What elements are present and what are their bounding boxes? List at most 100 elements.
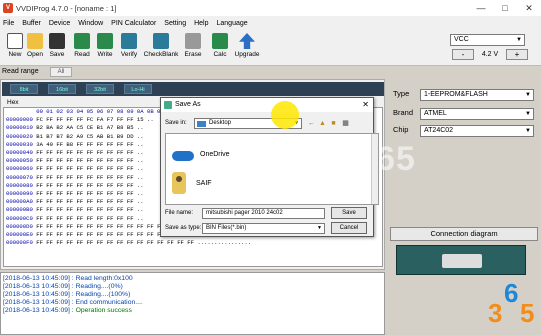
bit-32-button[interactable]: 32bit [86, 84, 114, 94]
checkblank-button[interactable]: CheckBlank [143, 33, 179, 58]
chip-select[interactable]: AT24C02 ▼ [420, 125, 534, 137]
hex-bytes[interactable]: FF FF FF FF FF FF FF FF FF FF .. [36, 215, 143, 222]
vcc-value: VCC [454, 36, 469, 43]
chevron-down-icon: ▼ [317, 225, 322, 231]
voltage-plus-button[interactable]: + [506, 49, 528, 60]
type-value: 1-EEPROM&FLASH [424, 91, 488, 98]
hex-bytes[interactable]: B2 BA B2 AA C5 CE B1 A7 B8 B5 .. [36, 124, 143, 131]
calc-button[interactable]: Calc [210, 33, 230, 58]
window-controls: — □ ✕ [469, 0, 541, 16]
hex-bytes[interactable]: FF FF FF FF FF FF FF FF FF FF .. [36, 157, 143, 164]
open-button[interactable]: Open [26, 33, 44, 58]
bit-16-button[interactable]: 16bit [48, 84, 76, 94]
type-label: Type [393, 89, 410, 98]
hex-bytes[interactable]: FF FF FF FF FF FF FF FF FF FF .. [36, 174, 143, 181]
menu-window[interactable]: Window [78, 20, 103, 27]
write-label: Write [97, 51, 113, 58]
save-in-value: Desktop [209, 120, 232, 126]
verify-icon [121, 33, 137, 49]
back-arrow-icon[interactable]: ← [307, 119, 316, 128]
chip-value: AT24C02 [424, 127, 454, 134]
vvdi-app-icon: V [3, 3, 13, 13]
calc-label: Calc [213, 51, 227, 58]
upgrade-arrow-icon [239, 33, 255, 49]
hex-address: 00000010 [6, 124, 33, 132]
hex-bytes[interactable]: FC FF FF FF FF FC FA F7 FF FF 15 .. [36, 116, 154, 123]
read-label: Read [74, 51, 90, 58]
brand-row: Brand ATMEL ▼ [390, 108, 541, 120]
file-list[interactable]: OneDrive SAIF [165, 133, 379, 205]
voltage-minus-button[interactable]: - [452, 49, 474, 60]
hex-bytes[interactable]: FF FF FF FF FF FF FF FF FF FF FF FF FF F… [36, 239, 194, 246]
hex-address: 00000090 [6, 190, 33, 198]
hex-address: 00000000 [6, 116, 33, 124]
close-icon[interactable]: ✕ [517, 0, 541, 16]
file-list-scrollbar[interactable] [371, 134, 378, 204]
connection-diagram-button[interactable]: Connection diagram [390, 227, 538, 241]
lo-hi-button[interactable]: Lo-Hi [124, 84, 152, 94]
vcc-select[interactable]: VCC ▼ [450, 34, 525, 46]
file-name-input[interactable]: mitsubishi pager 2010 24c02 [202, 208, 325, 219]
save-disk-icon [49, 33, 65, 49]
hex-bytes[interactable]: FF FF FF FF FF FF FF FF FF FF .. [36, 198, 143, 205]
hex-bytes[interactable]: FF FF FF FF FF FF FF FF FF FF .. [36, 165, 143, 172]
dialog-save-button[interactable]: Save [331, 207, 367, 219]
list-item-onedrive[interactable]: OneDrive [172, 148, 230, 161]
brand-select[interactable]: ATMEL ▼ [420, 108, 534, 120]
menu-language[interactable]: Language [217, 20, 248, 27]
write-button[interactable]: Write [95, 33, 115, 58]
read-button[interactable]: Read [72, 33, 92, 58]
menu-device[interactable]: Device [49, 20, 70, 27]
menu-buffer[interactable]: Buffer [22, 20, 41, 27]
window-title: VVDIProg 4.7.0 - [noname : 1] [16, 3, 117, 13]
dialog-close-icon[interactable]: ✕ [362, 98, 369, 112]
erase-button[interactable]: Erase [182, 33, 204, 58]
hex-address: 00000070 [6, 173, 33, 181]
hex-bytes[interactable]: FF FF FF FF FF FF FF FF FF FF .. [36, 206, 143, 213]
title-bar: V VVDIProg 4.7.0 - [noname : 1] — □ ✕ [0, 0, 541, 16]
up-folder-icon[interactable]: ▲ [318, 119, 327, 128]
dialog-title: Save As [175, 101, 201, 108]
menu-help[interactable]: Help [194, 20, 208, 27]
log-line: [2018-06-13 10:45:09] : End communicatio… [3, 299, 382, 307]
save-button[interactable]: Save [48, 33, 66, 58]
bit-8-button[interactable]: 8bit [10, 84, 38, 94]
saif-label: SAIF [196, 179, 212, 187]
hex-label: Hex [7, 99, 19, 106]
hex-address: 00000020 [6, 132, 33, 140]
log-message: Read length:0x100 [75, 275, 133, 282]
log-timestamp: [2018-06-13 10:45:09] : [3, 291, 74, 298]
new-button[interactable]: New [6, 33, 24, 58]
chip-label: Chip [393, 125, 409, 134]
hex-address: 000000B0 [6, 206, 33, 214]
hex-bytes[interactable]: FF FF FF FF FF FF FF FF FF FF .. [36, 149, 143, 156]
menu-setting[interactable]: Setting [164, 20, 186, 27]
menu-pin-calculator[interactable]: PIN Calculator [111, 20, 156, 27]
log-timestamp: [2018-06-13 10:45:09] : [3, 307, 74, 314]
minimize-icon[interactable]: — [469, 0, 493, 16]
view-menu-icon[interactable]: ▦ [341, 119, 350, 128]
new-folder-icon[interactable]: ■ [329, 119, 338, 128]
open-label: Open [27, 51, 43, 58]
cursor-highlight [271, 101, 299, 129]
save-type-select[interactable]: BIN Files(*.bin) ▼ [202, 223, 325, 234]
bit-mode-bar: 8bit 16bit 32bit Lo-Hi [2, 82, 384, 96]
calculator-icon [212, 33, 228, 49]
hex-bytes[interactable]: FF FF FF FF FF FF FF FF FF FF .. [36, 190, 143, 197]
list-item-saif[interactable]: SAIF [172, 172, 212, 194]
maximize-icon[interactable]: □ [493, 0, 517, 16]
menu-file[interactable]: File [3, 20, 14, 27]
hex-bytes[interactable]: B1 B7 B7 B2 A9 C5 AB B1 B9 DD .. [36, 133, 143, 140]
read-range-all-button[interactable]: All [50, 67, 72, 77]
erase-label: Erase [184, 51, 202, 58]
upgrade-button[interactable]: Upgrade [232, 33, 262, 58]
log-line: [2018-06-13 10:45:09] : Reading....(100%… [3, 291, 382, 299]
verify-button[interactable]: Verify [118, 33, 140, 58]
type-select[interactable]: 1-EEPROM&FLASH ▼ [420, 89, 534, 101]
log-message: Reading....(100%) [75, 291, 131, 298]
hex-bytes[interactable]: 3A 49 FF B8 FF FF FF FF FF FF .. [36, 141, 143, 148]
hex-bytes[interactable]: FF FF FF FF FF FF FF FF FF FF .. [36, 182, 143, 189]
logo-digit-6: 6 [504, 278, 519, 308]
hex-address: 000000F0 [6, 239, 33, 247]
dialog-cancel-button[interactable]: Cancel [331, 222, 367, 234]
